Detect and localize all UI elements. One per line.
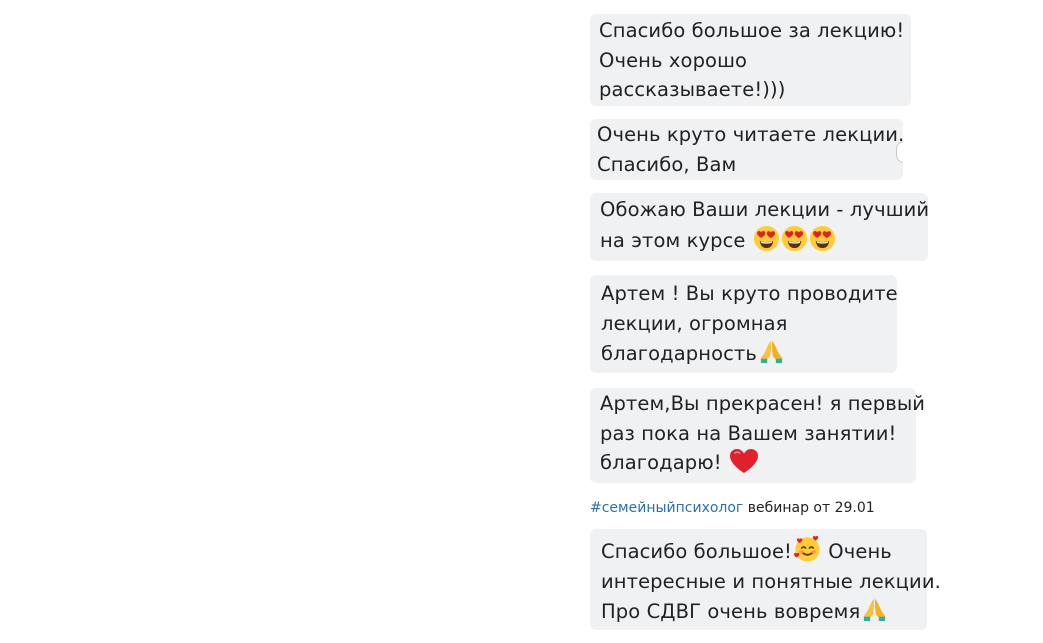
message-text: Артем ! Вы круто проводите — [601, 282, 898, 305]
message-bubble: Артем ! Вы круто проводите лекции, огром… — [590, 275, 898, 373]
message-text: рассказываете!))) — [599, 78, 786, 101]
message-text: Про СДВГ очень вовремя — [601, 600, 861, 623]
red-heart-icon — [729, 448, 759, 474]
heart-eyes-icon — [781, 225, 808, 252]
message-text: Спасибо большое! — [601, 540, 792, 563]
message-text: благодарность — [601, 342, 757, 365]
folded-hands-icon — [861, 596, 888, 623]
message-caption: #семейныйпсихолог вебинар от 29.01 — [590, 499, 875, 517]
message-text: лекции, огромная — [601, 311, 788, 335]
cropped-element-edge — [896, 141, 903, 163]
smiling-face-with-hearts-icon — [793, 534, 822, 563]
message-bubble: Спасибо большое за лекцию! Очень хорошо … — [590, 14, 911, 106]
message-bubble: Артем,Вы прекрасен! я первый раз пока на… — [590, 388, 926, 483]
message-text: на этом курсе — [600, 228, 746, 252]
heart-eyes-icon — [809, 225, 836, 252]
message-text: раз пока на Вашем занятии! — [600, 421, 897, 445]
caption-text: вебинар от 29.01 — [743, 500, 875, 516]
message-text: благодарю! — [600, 451, 722, 474]
folded-hands-icon — [758, 338, 785, 365]
message-text: Спасибо большое за лекцию! — [599, 19, 905, 42]
message-bubble: Спасибо большое! Очень интересные и поня… — [590, 529, 941, 630]
message-text: Обожаю Ваши лекции - лучший — [600, 198, 930, 221]
message-bubble: Очень круто читаете лекции. Спасибо, Вам — [590, 119, 903, 180]
message-text: Очень хорошо — [599, 48, 748, 72]
heart-eyes-icon — [753, 225, 780, 252]
message-text: Очень — [828, 540, 892, 563]
message-text: Очень круто читаете лекции. — [597, 123, 903, 146]
message-text: интересные и понятные лекции. — [601, 569, 941, 593]
message-feed: Спасибо большое за лекцию! Очень хорошо … — [0, 0, 1043, 643]
hashtag-link[interactable]: #семейныйпсихолог — [590, 500, 743, 516]
message-bubble: Обожаю Ваши лекции - лучший на этом курс… — [590, 193, 930, 261]
message-text: Спасибо, Вам — [597, 152, 737, 176]
message-text: Артем,Вы прекрасен! я первый — [600, 392, 926, 415]
